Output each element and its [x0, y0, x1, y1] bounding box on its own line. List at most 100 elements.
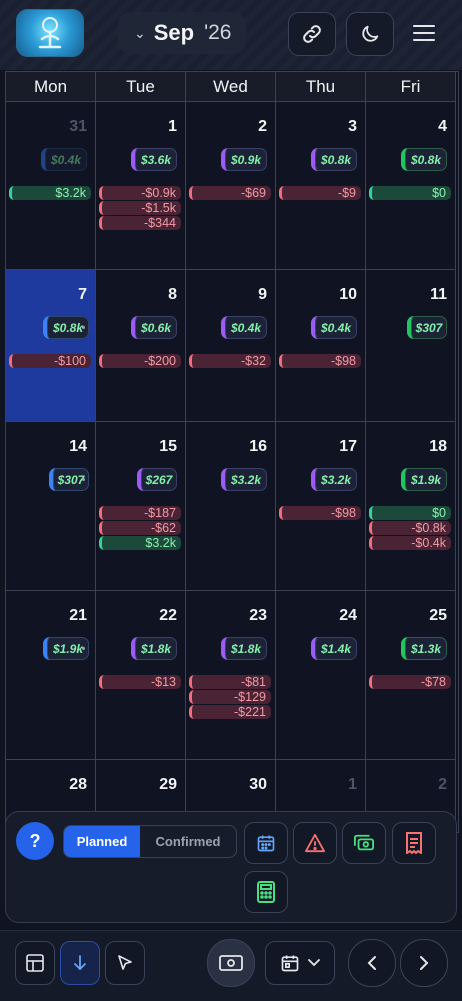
day-balance-badge[interactable]: $3.2k — [221, 468, 267, 491]
day-cell[interactable]: 14 $307 — [6, 422, 96, 591]
day-cell[interactable]: 24 $1.4k — [276, 591, 366, 760]
receipt-filter-button[interactable] — [392, 822, 436, 864]
app-logo[interactable] — [16, 9, 84, 57]
day-cell[interactable]: 11 $307 — [366, 270, 456, 422]
day-balance-badge[interactable]: $0.8k — [401, 148, 447, 171]
day-number: 18 — [429, 438, 447, 455]
day-cell[interactable]: 1 $3.6k -$0.9k -$1.5k -$344 — [96, 102, 186, 270]
confirmed-tab[interactable]: Confirmed — [140, 826, 236, 857]
next-month-button[interactable] — [400, 939, 448, 987]
day-cell[interactable]: 23 $1.8k -$81 -$129 -$221 — [186, 591, 276, 760]
day-cell[interactable]: 17 $3.2k -$98 — [276, 422, 366, 591]
transaction-entry[interactable]: -$187 — [99, 506, 181, 520]
day-balance-badge[interactable]: $1.8k — [221, 637, 267, 660]
dark-mode-toggle[interactable] — [346, 12, 394, 56]
link-button[interactable] — [288, 12, 336, 56]
day-balance-badge[interactable]: $0.4k — [311, 316, 357, 339]
day-cell[interactable]: 8 $0.6k -$200 — [96, 270, 186, 422]
transaction-entry[interactable]: $3.2k — [9, 186, 91, 200]
day-number: 7 — [78, 286, 87, 303]
day-cell[interactable]: 18 $1.9k $0 -$0.8k -$0.4k — [366, 422, 456, 591]
day-balance-badge[interactable]: $0.8k — [311, 148, 357, 171]
indicator-dot — [82, 326, 85, 329]
day-balance-badge[interactable]: $0.8k — [43, 316, 89, 339]
planned-tab[interactable]: Planned — [64, 826, 140, 857]
transaction-entry[interactable]: -$129 — [189, 690, 271, 704]
day-balance-badge[interactable]: $0.6k — [131, 316, 177, 339]
transaction-entry[interactable]: $0 — [369, 506, 451, 520]
transaction-entry[interactable]: -$221 — [189, 705, 271, 719]
day-balance-badge[interactable]: $267 — [137, 468, 177, 491]
calendar-grid: Mon Tue Wed Thu Fri 31 $0.4k $3.2k 1 $3.6k -$0.9k -… — [5, 71, 459, 833]
transaction-entry[interactable]: -$0.9k — [99, 186, 181, 200]
transaction-entry[interactable]: -$1.5k — [99, 201, 181, 215]
previous-month-button[interactable] — [348, 939, 396, 987]
day-cell[interactable]: 4 $0.8k $0 — [366, 102, 456, 270]
transaction-entry[interactable]: -$32 — [189, 354, 271, 368]
weekday-header: Tue — [96, 72, 186, 102]
day-cell[interactable]: 10 $0.4k -$98 — [276, 270, 366, 422]
scroll-down-button[interactable] — [60, 941, 100, 985]
transaction-entry[interactable]: -$200 — [99, 354, 181, 368]
indicator-dot — [82, 478, 85, 481]
balance-amount: $1.4k — [320, 641, 352, 656]
day-cell[interactable]: 16 $3.2k — [186, 422, 276, 591]
warning-filter-button[interactable] — [293, 822, 337, 864]
day-balance-badge[interactable]: $1.9k — [43, 637, 89, 660]
day-number: 15 — [159, 438, 177, 455]
balance-amount: $267 — [145, 472, 173, 487]
day-cell[interactable]: 25 $1.3k -$78 — [366, 591, 456, 760]
transaction-entry[interactable]: -$0.8k — [369, 521, 451, 535]
day-number: 31 — [69, 118, 87, 135]
balance-amount: $1.8k — [140, 641, 172, 656]
select-tool-button[interactable] — [105, 941, 145, 985]
calendar-filter-button[interactable] — [244, 822, 288, 864]
transaction-entry[interactable]: -$98 — [279, 354, 361, 368]
top-bar: ⌄ Sep '26 — [0, 0, 462, 70]
day-balance-badge[interactable]: $0.4k — [221, 316, 267, 339]
day-balance-badge[interactable]: $0.9k — [221, 148, 267, 171]
calculator-button[interactable] — [244, 871, 288, 913]
date-picker-button[interactable] — [265, 941, 335, 985]
day-balance-badge[interactable]: $307 — [407, 316, 447, 339]
day-cell[interactable]: 7 $0.8k -$100 — [6, 270, 96, 422]
transaction-entry[interactable]: $0 — [369, 186, 451, 200]
day-balance-badge[interactable]: $307 — [49, 468, 89, 491]
day-balance-badge[interactable]: $1.9k — [401, 468, 447, 491]
transaction-entry[interactable]: -$81 — [189, 675, 271, 689]
indicator-dot — [82, 647, 85, 650]
day-cell[interactable]: 2 $0.9k -$69 — [186, 102, 276, 270]
day-balance-badge[interactable]: $0.4k — [41, 148, 87, 171]
day-number: 23 — [249, 607, 267, 624]
money-button[interactable] — [207, 939, 255, 987]
chevron-right-icon — [420, 956, 429, 970]
transaction-entry[interactable]: -$13 — [99, 675, 181, 689]
cash-filter-button[interactable] — [342, 822, 386, 864]
day-number: 22 — [159, 607, 177, 624]
transaction-entry[interactable]: -$62 — [99, 521, 181, 535]
day-balance-badge[interactable]: $3.2k — [311, 468, 357, 491]
day-cell[interactable]: 21 $1.9k — [6, 591, 96, 760]
transaction-entry[interactable]: -$98 — [279, 506, 361, 520]
day-balance-badge[interactable]: $1.4k — [311, 637, 357, 660]
day-cell[interactable]: 3 $0.8k -$9 — [276, 102, 366, 270]
day-cell[interactable]: 22 $1.8k -$13 — [96, 591, 186, 760]
day-balance-badge[interactable]: $1.8k — [131, 637, 177, 660]
transaction-entry[interactable]: -$9 — [279, 186, 361, 200]
transaction-entry[interactable]: -$69 — [189, 186, 271, 200]
day-cell[interactable]: 31 $0.4k $3.2k — [6, 102, 96, 270]
help-button[interactable]: ? — [16, 822, 54, 860]
month-selector-button[interactable]: ⌄ Sep '26 — [118, 12, 246, 54]
transaction-entry[interactable]: -$0.4k — [369, 536, 451, 550]
transaction-entry[interactable]: -$100 — [9, 354, 91, 368]
transaction-entry[interactable]: -$78 — [369, 675, 451, 689]
day-cell[interactable]: 9 $0.4k -$32 — [186, 270, 276, 422]
transaction-entry[interactable]: -$344 — [99, 216, 181, 230]
day-cell[interactable]: 15 $267 -$187 -$62 $3.2k — [96, 422, 186, 591]
transaction-entry[interactable]: $3.2k — [99, 536, 181, 550]
day-balance-badge[interactable]: $1.3k — [401, 637, 447, 660]
receipt-icon — [406, 832, 422, 854]
day-balance-badge[interactable]: $3.6k — [131, 148, 177, 171]
grid-view-button[interactable] — [15, 941, 55, 985]
menu-button[interactable] — [402, 12, 446, 54]
